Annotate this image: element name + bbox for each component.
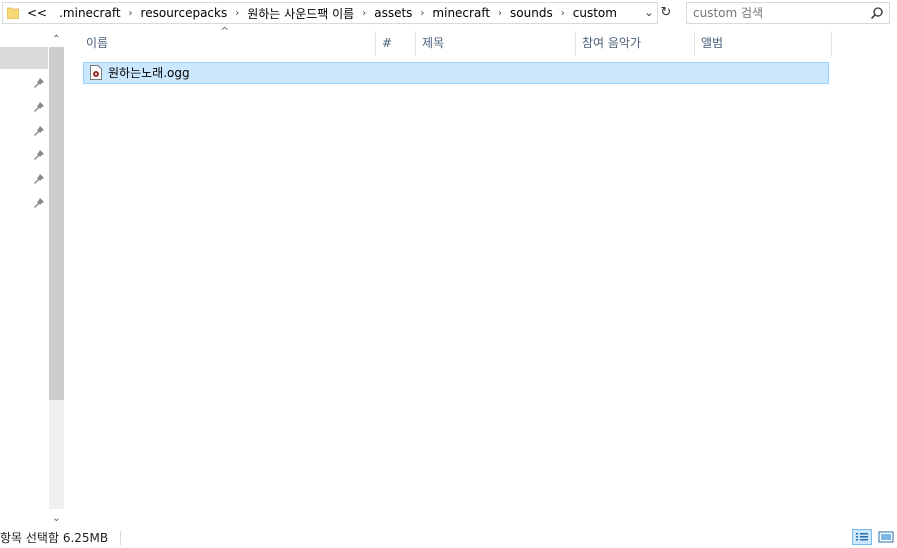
column-divider[interactable] <box>831 31 832 56</box>
column-headers: ^ 이름 # 제목 참여 음악가 앨범 <box>80 25 832 56</box>
audio-file-icon <box>90 65 102 80</box>
chevron-down-icon[interactable]: ⌄ <box>643 6 655 20</box>
breadcrumb-item-assets[interactable]: assets <box>372 6 414 20</box>
breadcrumb-overflow[interactable]: << <box>25 6 49 20</box>
pin-icon <box>34 198 44 208</box>
chevron-right-icon[interactable]: › <box>362 8 366 19</box>
breadcrumb-item-minecraft[interactable]: minecraft <box>430 6 492 20</box>
search-box[interactable] <box>686 2 890 24</box>
column-header-title[interactable]: 제목 <box>416 31 576 56</box>
file-name: 원하는노래.ogg <box>108 66 190 80</box>
scrollbar-thumb[interactable] <box>49 47 64 400</box>
column-header-name[interactable]: 이름 <box>80 31 376 56</box>
chevron-right-icon[interactable]: › <box>561 8 565 19</box>
navigation-pane <box>0 30 48 530</box>
pin-icon <box>34 78 44 88</box>
address-bar[interactable]: << .minecraft › resourcepacks › 원하는 사운드팩… <box>2 2 658 24</box>
column-header-number[interactable]: # <box>376 31 416 56</box>
status-text: 항목 선택함 6.25MB <box>0 531 109 545</box>
pin-icon <box>34 174 44 184</box>
pin-icon <box>34 150 44 160</box>
pin-icon <box>34 126 44 136</box>
large-icons-view-button[interactable] <box>877 529 895 545</box>
large-icons-view-icon <box>878 531 894 543</box>
folder-icon <box>7 7 19 19</box>
breadcrumb: << .minecraft › resourcepacks › 원하는 사운드팩… <box>25 3 619 23</box>
breadcrumb-item-soundpack[interactable]: 원하는 사운드팩 이름 <box>245 5 356 22</box>
scroll-down-arrow-icon[interactable]: ⌄ <box>49 511 64 526</box>
breadcrumb-item-sounds[interactable]: sounds <box>508 6 555 20</box>
column-header-artist[interactable]: 참여 음악가 <box>576 31 694 56</box>
search-input[interactable] <box>693 5 863 21</box>
breadcrumb-item-custom[interactable]: custom <box>571 6 619 20</box>
search-icon[interactable] <box>870 6 884 20</box>
pin-icon <box>34 102 44 112</box>
breadcrumb-item-resourcepacks[interactable]: resourcepacks <box>139 6 230 20</box>
scroll-up-arrow-icon[interactable]: ⌃ <box>49 32 64 47</box>
refresh-icon[interactable]: ↻ <box>657 2 675 24</box>
file-row[interactable]: 원하는노래.ogg <box>83 62 829 84</box>
details-view-icon <box>856 533 868 541</box>
chevron-right-icon[interactable]: › <box>420 8 424 19</box>
details-view-button[interactable] <box>852 529 872 545</box>
chevron-right-icon[interactable]: › <box>235 8 239 19</box>
breadcrumb-item-minecraft-root[interactable]: .minecraft <box>57 6 122 20</box>
nav-selected-item[interactable] <box>0 47 48 69</box>
chevron-right-icon[interactable]: › <box>129 8 133 19</box>
column-header-album[interactable]: 앨범 <box>695 31 831 56</box>
chevron-right-icon[interactable]: › <box>498 8 502 19</box>
status-divider <box>120 531 121 545</box>
